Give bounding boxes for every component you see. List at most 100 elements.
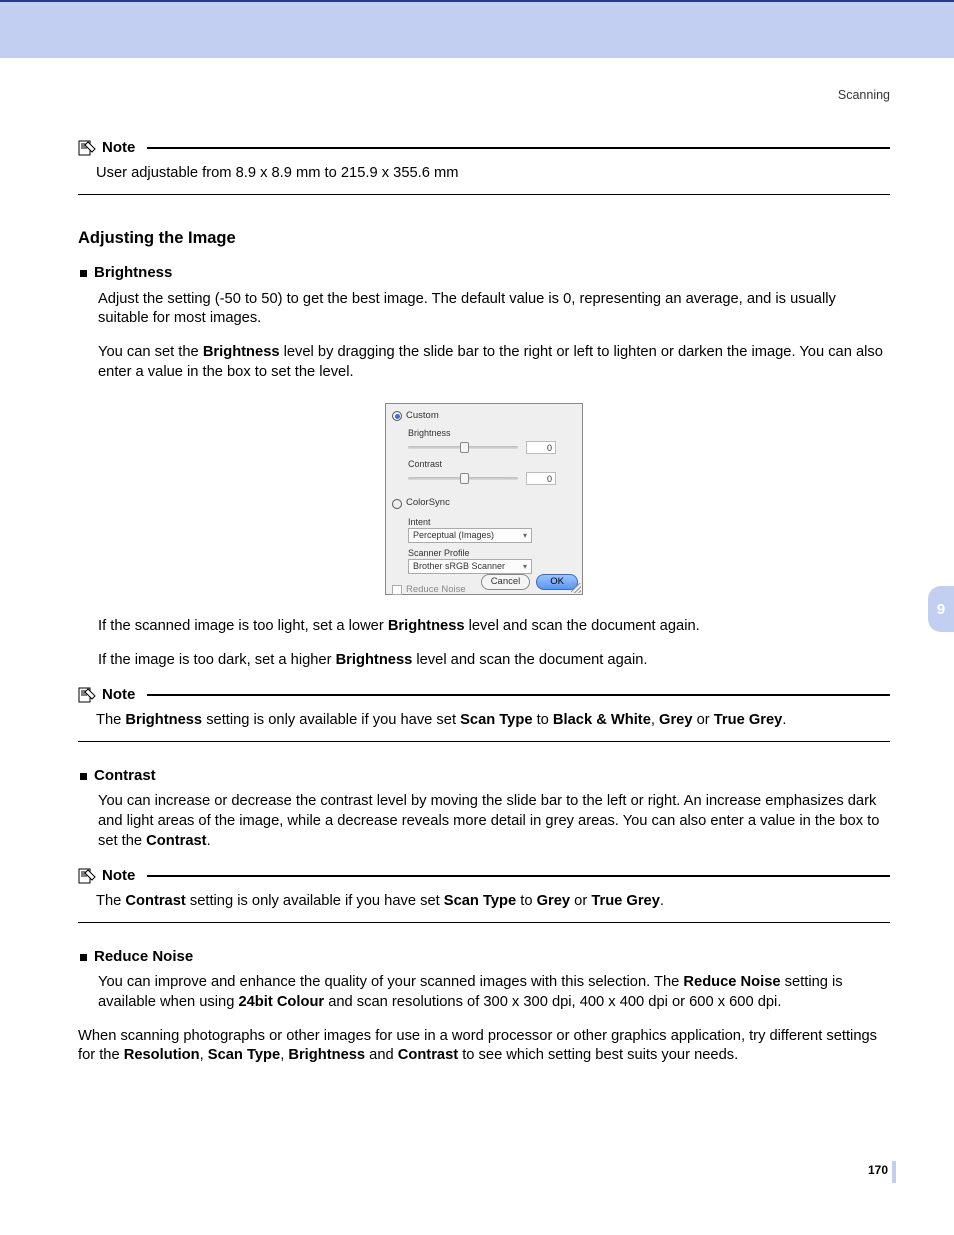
- label-contrast: Contrast: [408, 458, 576, 470]
- text-bold: Brightness: [203, 344, 280, 360]
- text: .: [207, 833, 211, 849]
- text-bold: Contrast: [125, 893, 185, 909]
- page-header-category: Scanning: [0, 88, 954, 102]
- text: level and scan the document again.: [412, 652, 647, 668]
- chevron-updown-icon: ▾: [523, 560, 527, 573]
- bullet-brightness: Brightness: [80, 263, 890, 283]
- para-summary: When scanning photographs or other image…: [78, 1027, 890, 1067]
- page-number-accent: [892, 1161, 896, 1183]
- note-end-rule: [78, 922, 890, 923]
- input-contrast-value[interactable]: 0: [526, 472, 556, 485]
- para-brightness-4: If the image is too dark, set a higher B…: [98, 651, 890, 671]
- text: You can improve and enhance the quality …: [98, 974, 683, 990]
- text-bold: Brightness: [125, 712, 202, 728]
- text: setting is only available if you have se…: [202, 712, 460, 728]
- settings-dialog-figure: Custom Brightness 0 Contrast 0 ColorSync…: [385, 403, 583, 595]
- page-content: Note User adjustable from 8.9 x 8.9 mm t…: [78, 138, 890, 1080]
- para-brightness-2: You can set the Brightness level by drag…: [98, 343, 890, 383]
- text: and scan resolutions of 300 x 300 dpi, 4…: [324, 994, 781, 1010]
- text-bold: Scan Type: [444, 893, 516, 909]
- note-icon: [78, 868, 96, 884]
- resize-grip-icon[interactable]: [571, 583, 581, 593]
- text: and: [365, 1047, 398, 1063]
- text: The: [96, 893, 125, 909]
- text: or: [570, 893, 591, 909]
- text: to: [516, 893, 536, 909]
- text: to: [533, 712, 553, 728]
- combo-profile[interactable]: Brother sRGB Scanner ▾: [408, 559, 532, 574]
- text: .: [660, 893, 664, 909]
- section-heading: Adjusting the Image: [78, 227, 890, 249]
- text-bold: Brightness: [388, 618, 465, 634]
- text-bold: Contrast: [146, 833, 206, 849]
- text: level and scan the document again.: [465, 618, 700, 634]
- label-intent: Intent: [408, 516, 576, 528]
- bullet-square-icon: [80, 270, 87, 277]
- checkbox-icon: [392, 585, 402, 595]
- text-bold: Contrast: [398, 1047, 458, 1063]
- bullet-label-brightness: Brightness: [94, 263, 172, 283]
- note-label: Note: [102, 866, 135, 886]
- text: If the image is too dark, set a higher: [98, 652, 336, 668]
- text-bold: Grey: [659, 712, 692, 728]
- slider-thumb[interactable]: [460, 442, 469, 453]
- note-text-size: User adjustable from 8.9 x 8.9 mm to 215…: [96, 164, 890, 184]
- note-end-rule: [78, 741, 890, 742]
- note-block-contrast: Note The Contrast setting is only availa…: [78, 866, 890, 923]
- para-reduce-noise: You can improve and enhance the quality …: [98, 973, 890, 1013]
- note-icon: [78, 687, 96, 703]
- input-brightness-value[interactable]: 0: [526, 441, 556, 454]
- note-text-contrast: The Contrast setting is only available i…: [96, 892, 890, 912]
- combo-value: Brother sRGB Scanner: [413, 560, 505, 573]
- text-bold: Scan Type: [208, 1047, 280, 1063]
- para-contrast: You can increase or decrease the contras…: [98, 792, 890, 852]
- note-rule: [147, 694, 890, 696]
- text-bold: Resolution: [124, 1047, 200, 1063]
- note-label: Note: [102, 685, 135, 705]
- slider-brightness[interactable]: [408, 446, 518, 449]
- top-header-bar: [0, 0, 954, 58]
- para-brightness-1: Adjust the setting (-50 to 50) to get th…: [98, 290, 890, 330]
- text-bold: Reduce Noise: [683, 974, 780, 990]
- chevron-updown-icon: ▾: [523, 529, 527, 542]
- slider-thumb[interactable]: [460, 473, 469, 484]
- label-brightness: Brightness: [408, 427, 576, 439]
- text: The: [96, 712, 125, 728]
- slider-contrast[interactable]: [408, 477, 518, 480]
- text-bold: Brightness: [336, 652, 413, 668]
- page-number: 170: [868, 1163, 888, 1177]
- para-brightness-3: If the scanned image is too light, set a…: [98, 617, 890, 637]
- radio-label: Custom: [406, 410, 439, 423]
- note-rule: [147, 875, 890, 877]
- note-end-rule: [78, 194, 890, 195]
- note-block-size: Note User adjustable from 8.9 x 8.9 mm t…: [78, 138, 890, 195]
- text-bold: Grey: [537, 893, 570, 909]
- note-rule: [147, 147, 890, 149]
- text-bold: Scan Type: [460, 712, 532, 728]
- note-label: Note: [102, 138, 135, 158]
- text: to see which setting best suits your nee…: [458, 1047, 738, 1063]
- note-icon: [78, 140, 96, 156]
- text: ,: [651, 712, 659, 728]
- checkbox-label: Reduce Noise: [406, 584, 466, 597]
- bullet-square-icon: [80, 773, 87, 780]
- text-bold: Brightness: [288, 1047, 365, 1063]
- radio-custom[interactable]: Custom: [392, 410, 439, 423]
- bullet-square-icon: [80, 954, 87, 961]
- text-bold: True Grey: [591, 893, 660, 909]
- combo-value: Perceptual (Images): [413, 529, 494, 542]
- bullet-contrast: Contrast: [80, 766, 890, 786]
- text: You can increase or decrease the contras…: [98, 793, 879, 849]
- text: setting is only available if you have se…: [186, 893, 444, 909]
- combo-intent[interactable]: Perceptual (Images) ▾: [408, 528, 532, 543]
- radio-colorsync[interactable]: ColorSync: [392, 497, 450, 510]
- text: or: [693, 712, 714, 728]
- cancel-button[interactable]: Cancel: [481, 574, 531, 590]
- text: .: [782, 712, 786, 728]
- text: ,: [200, 1047, 208, 1063]
- note-text-brightness: The Brightness setting is only available…: [96, 711, 890, 731]
- radio-label: ColorSync: [406, 497, 450, 510]
- bullet-label-contrast: Contrast: [94, 766, 156, 786]
- chapter-tab: 9: [928, 586, 954, 632]
- text-bold: Black & White: [553, 712, 651, 728]
